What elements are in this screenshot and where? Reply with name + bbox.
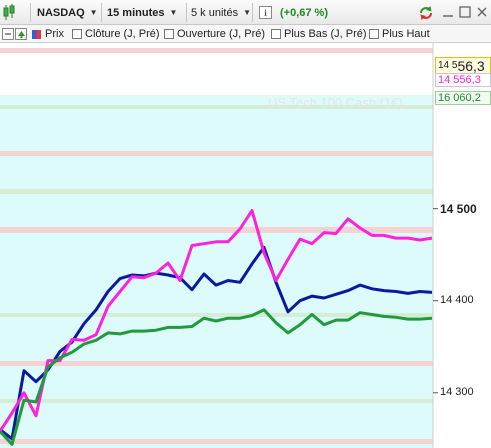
green-price-value: 16 060,2 xyxy=(438,92,481,104)
indicator-cloture[interactable]: Clôture (J, Pré) xyxy=(72,27,160,41)
watermark: US Tech 100 Cash (1€) xyxy=(268,95,403,110)
checkbox-cloture[interactable] xyxy=(72,29,82,39)
refresh-icon[interactable] xyxy=(418,5,432,20)
period-label: 15 minutes xyxy=(107,6,165,19)
last-price-big: 56,3 xyxy=(457,57,485,74)
checkbox-plus-bas[interactable] xyxy=(271,29,281,39)
indicator-plus-bas[interactable]: Plus Bas (J, Pré) xyxy=(271,27,367,41)
axis-label: 14 400 xyxy=(440,293,474,306)
checkbox-ouverture[interactable] xyxy=(164,29,174,39)
chevron-down-icon: ▼ xyxy=(243,8,252,17)
indicator-plus-haut-label: Plus Haut xyxy=(382,28,430,40)
instrument-label: NASDAQ xyxy=(37,6,85,19)
toolbar: NASDAQ ▼ 15 minutes ▼ 5 k unités ▼ i (+0… xyxy=(0,0,491,25)
indicator-prix[interactable]: Prix xyxy=(32,27,64,41)
toolbar-separator xyxy=(252,3,253,22)
instrument-selector[interactable]: NASDAQ ▼ xyxy=(37,3,98,22)
units-label: 5 k unités xyxy=(191,6,239,19)
indicator-bar: Prix Clôture (J, Pré) Ouverture (J, Pré)… xyxy=(0,25,491,43)
chart-background-zone xyxy=(0,95,433,448)
indicator-plus-haut[interactable]: Plus Haut xyxy=(369,27,430,41)
maximize-icon[interactable] xyxy=(458,5,472,19)
period-selector[interactable]: 15 minutes ▼ xyxy=(107,3,177,22)
info-button[interactable]: i xyxy=(259,3,272,22)
indicator-plus-bas-label: Plus Bas (J, Pré) xyxy=(284,28,367,40)
axis-label: 14 300 xyxy=(440,385,474,398)
indicator-ouverture[interactable]: Ouverture (J, Pré) xyxy=(164,27,265,41)
units-selector[interactable]: 5 k unités ▼ xyxy=(191,3,251,22)
chevron-down-icon: ▼ xyxy=(89,8,98,17)
indicator-cloture-label: Clôture (J, Pré) xyxy=(85,28,160,40)
minimize-icon[interactable] xyxy=(441,5,455,19)
price-swatch-icon xyxy=(32,29,41,39)
last-price-prefix: 14 5 xyxy=(438,60,458,71)
candlestick-icon[interactable] xyxy=(2,3,16,22)
axis-label: 14 500 xyxy=(440,201,477,216)
arrow-up-icon xyxy=(15,28,27,40)
info-icon: i xyxy=(259,6,272,19)
indicator-ouverture-label: Ouverture (J, Pré) xyxy=(177,28,266,40)
change-percent-value: (+0,67 %) xyxy=(280,6,328,19)
price-chart[interactable]: US Tech 100 Cash (1€) 14 5 56,3 14 556,3… xyxy=(0,43,491,448)
toolbar-separator xyxy=(30,3,31,22)
checkbox-plus-haut[interactable] xyxy=(369,29,379,39)
minus-icon xyxy=(2,28,14,40)
toolbar-separator xyxy=(186,3,187,22)
green-price-tag: 16 060,2 xyxy=(435,91,491,105)
change-percent: (+0,67 %) xyxy=(280,3,328,22)
chart-canvas xyxy=(0,43,491,448)
expand-button[interactable] xyxy=(15,27,27,41)
toolbar-separator xyxy=(101,3,102,22)
magenta-price-value: 14 556,3 xyxy=(438,74,481,86)
chevron-down-icon: ▼ xyxy=(169,8,178,17)
indicator-prix-label: Prix xyxy=(45,28,64,40)
magenta-price-tag: 14 556,3 xyxy=(435,73,491,87)
close-icon[interactable] xyxy=(475,5,489,19)
collapse-button[interactable] xyxy=(2,27,14,41)
last-price-tag: 14 5 56,3 xyxy=(435,57,491,74)
